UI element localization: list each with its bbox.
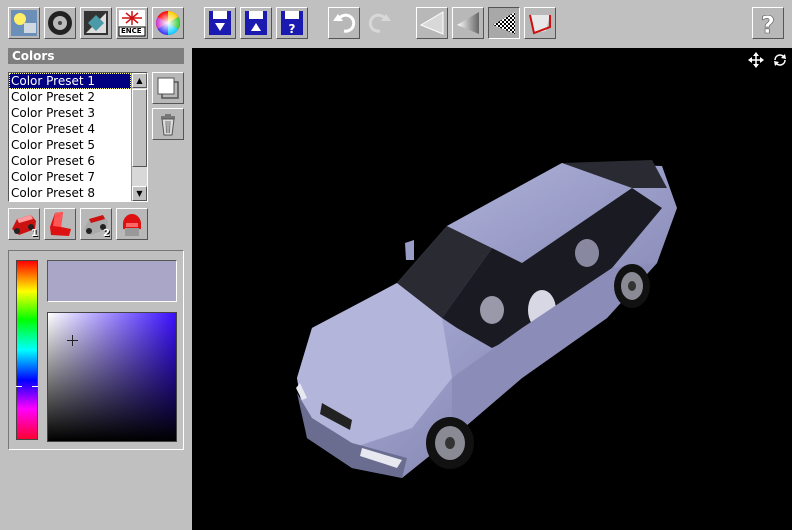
lights-icon — [11, 10, 37, 36]
current-color-swatch — [47, 260, 177, 302]
car-model — [296, 160, 677, 478]
fence-button[interactable]: ENCE — [116, 7, 148, 39]
save-up-icon — [245, 11, 267, 35]
arrow-down-icon: ▼ — [136, 189, 143, 198]
seat-color-button[interactable] — [44, 208, 76, 240]
list-item[interactable]: Color Preset 2 — [9, 89, 131, 105]
color-wheel-icon — [155, 10, 181, 35]
helmet-color-icon — [122, 213, 141, 236]
smooth-shade-button[interactable] — [452, 7, 484, 39]
lights-button[interactable] — [8, 7, 40, 39]
list-item[interactable]: Color Preset 3 — [9, 105, 131, 121]
hue-slider[interactable] — [16, 260, 38, 440]
flat-shade-button[interactable] — [416, 7, 448, 39]
hue-marker[interactable] — [16, 386, 38, 387]
svg-text:?: ? — [761, 11, 775, 37]
save-help-icon: ? — [281, 11, 303, 36]
color-button[interactable] — [152, 7, 184, 39]
redo-icon — [368, 13, 391, 33]
panel-title: Colors — [8, 48, 184, 64]
list-item[interactable]: Color Preset 4 — [9, 121, 131, 137]
background-icon — [84, 11, 108, 35]
smooth-shade-icon — [457, 12, 479, 34]
scroll-down-button[interactable]: ▼ — [132, 186, 147, 201]
seat-color-icon — [50, 212, 71, 236]
list-item[interactable]: Color Preset 8 — [9, 185, 131, 201]
part-badge: 1 — [31, 228, 38, 239]
undo-icon — [333, 13, 356, 33]
list-item[interactable]: Color Preset 1 — [9, 73, 131, 89]
checker-texture-button[interactable] — [488, 7, 520, 39]
reflection-icon — [529, 14, 551, 35]
arrow-up-icon: ▲ — [136, 76, 143, 85]
body-color-2-button[interactable]: 2 — [80, 208, 112, 240]
helmet-color-button[interactable] — [116, 208, 148, 240]
preset-scrollbar[interactable]: ▲ ▼ — [131, 73, 147, 201]
fence-label: ENCE — [121, 27, 142, 35]
3d-viewport[interactable] — [192, 48, 792, 530]
wheels-button[interactable] — [44, 7, 76, 39]
redo-button[interactable] — [364, 7, 396, 39]
list-item[interactable]: Color Preset 5 — [9, 137, 131, 153]
list-item[interactable]: Color Preset 7 — [9, 169, 131, 185]
color-crosshair-icon[interactable] — [67, 335, 78, 346]
save-help-button[interactable]: ? — [276, 7, 308, 39]
scroll-thumb[interactable] — [132, 89, 147, 167]
checker-texture-icon — [493, 12, 515, 34]
save-down-button[interactable] — [204, 7, 236, 39]
part-badge: 2 — [103, 228, 110, 239]
preset-list[interactable]: Color Preset 1 Color Preset 2 Color Pres… — [8, 72, 148, 202]
help-button[interactable]: ? — [752, 7, 784, 39]
new-page-icon — [157, 77, 179, 99]
background-button[interactable] — [80, 7, 112, 39]
toolbar: ENCE ? ? — [0, 0, 792, 48]
svg-text:?: ? — [289, 22, 296, 36]
list-item[interactable]: Color Preset 6 — [9, 153, 131, 169]
reflection-button[interactable] — [524, 7, 556, 39]
scroll-up-button[interactable]: ▲ — [132, 73, 147, 88]
body-color-1-button[interactable]: 1 — [8, 208, 40, 240]
undo-button[interactable] — [328, 7, 360, 39]
delete-preset-button[interactable] — [152, 108, 184, 140]
new-preset-button[interactable] — [152, 72, 184, 104]
flat-shade-icon — [419, 11, 444, 35]
saturation-value-field[interactable] — [47, 312, 177, 442]
trash-icon — [161, 114, 175, 136]
save-up-button[interactable] — [240, 7, 272, 39]
save-down-icon — [209, 11, 231, 35]
wheels-icon — [48, 11, 72, 35]
help-icon: ? — [761, 11, 776, 37]
